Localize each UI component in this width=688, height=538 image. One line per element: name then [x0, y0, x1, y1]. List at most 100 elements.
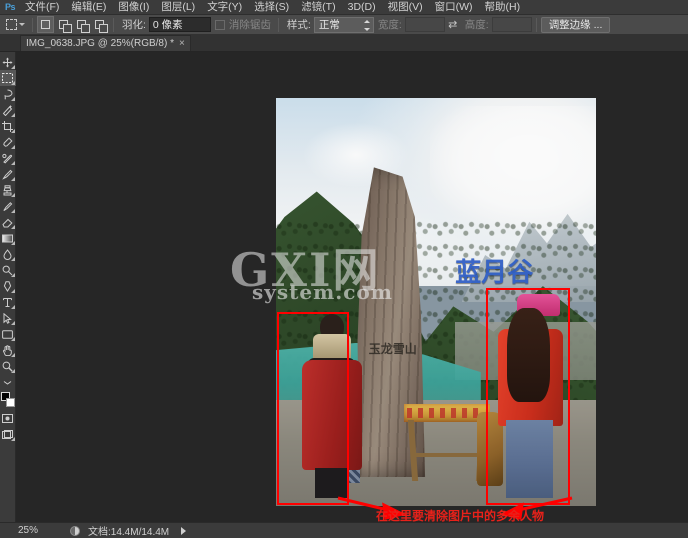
document-tab-bar: IMG_0638.JPG @ 25%(RGB/8) * × [0, 35, 688, 52]
menu-window[interactable]: 窗口(W) [429, 0, 479, 15]
color-swatches[interactable] [0, 392, 16, 410]
status-bar: 25% 文档:14.4M/14.4M [0, 522, 688, 538]
zoom-tool[interactable] [0, 358, 16, 374]
selection-box-left-person[interactable] [277, 312, 349, 505]
brush-tool[interactable] [0, 166, 16, 182]
tool-flyout-icon [10, 437, 15, 441]
selection-mode-group [37, 16, 109, 33]
blur-tool[interactable] [0, 246, 16, 262]
document-tab-title: IMG_0638.JPG @ 25%(RGB/8) * [26, 38, 174, 49]
annotation-note: 在这里要清除图片中的多余人物 [376, 509, 545, 522]
lasso-tool[interactable] [0, 86, 16, 102]
style-select[interactable]: 正常 [313, 16, 374, 33]
tool-flyout-icon [10, 257, 15, 261]
tool-flyout-icon [10, 289, 15, 293]
tool-flyout-icon [10, 81, 15, 85]
tool-flyout-icon [10, 337, 15, 341]
chevron-down-icon [18, 23, 25, 26]
close-icon[interactable]: × [179, 38, 185, 49]
tool-flyout-icon [10, 65, 15, 69]
divider [113, 17, 114, 32]
more-tools-icon[interactable] [0, 374, 16, 390]
rectangle-tool[interactable] [0, 326, 16, 342]
intersect-with-selection-icon [95, 20, 108, 33]
antialias-label: 消除锯齿 [228, 19, 271, 31]
quick-selection-tool[interactable] [0, 102, 16, 118]
feather-label: 羽化: [122, 19, 146, 31]
tool-flyout-icon [10, 369, 15, 373]
type-tool[interactable] [0, 294, 16, 310]
background-color-swatch[interactable] [5, 398, 15, 407]
tool-flyout-icon [10, 225, 15, 229]
menu-bar: Ps 文件(F) 编辑(E) 图像(I) 图层(L) 文字(Y) 选择(S) 滤… [0, 0, 688, 15]
tool-flyout-icon [10, 161, 15, 165]
path-selection-tool[interactable] [0, 310, 16, 326]
menu-edit[interactable]: 编辑(E) [65, 0, 112, 15]
quick-mask-toggle[interactable] [0, 410, 16, 426]
clone-stamp-tool[interactable] [0, 182, 16, 198]
swap-width-height-icon[interactable]: ⇄ [447, 18, 459, 32]
eyedropper-tool[interactable] [0, 134, 16, 150]
subtract-from-selection-icon [77, 20, 90, 33]
efficiency-pie-icon [70, 525, 80, 536]
height-input[interactable] [491, 17, 532, 32]
canvas-workspace[interactable]: 蓝月谷 玉龙雪山 GXI网 system.com 在这里要清除图片中的多余人物 [16, 52, 688, 522]
menu-layer[interactable]: 图层(L) [155, 0, 201, 15]
pen-tool[interactable] [0, 278, 16, 294]
menu-select[interactable]: 选择(S) [248, 0, 295, 15]
tool-flyout-icon [10, 305, 15, 309]
active-tool-preset-picker[interactable] [2, 16, 28, 34]
rectangular-marquee-tool[interactable] [0, 70, 16, 86]
style-label: 样式: [286, 19, 311, 31]
spot-healing-brush-tool[interactable] [0, 150, 16, 166]
subtract-from-selection-button[interactable] [73, 16, 90, 33]
photoshop-logo-icon: Ps [4, 2, 16, 12]
select-arrows-icon [363, 19, 371, 31]
antialias-checkbox[interactable] [214, 19, 225, 30]
menu-3d[interactable]: 3D(D) [342, 0, 382, 15]
tool-flyout-icon [10, 209, 15, 213]
new-selection-button[interactable] [37, 16, 54, 33]
new-selection-icon [41, 20, 50, 29]
style-select-value: 正常 [318, 18, 340, 31]
tool-flyout-icon [10, 241, 15, 245]
tool-flyout-icon [10, 113, 15, 117]
crop-tool[interactable] [0, 118, 16, 134]
add-to-selection-icon [59, 20, 72, 33]
intersect-with-selection-button[interactable] [91, 16, 108, 33]
menu-file[interactable]: 文件(F) [19, 0, 65, 15]
document-size-info: 文档:14.4M/14.4M [88, 527, 170, 538]
width-input[interactable] [404, 17, 445, 32]
eraser-tool[interactable] [0, 214, 16, 230]
move-tool[interactable] [0, 54, 16, 70]
tool-flyout-icon [10, 193, 15, 197]
menu-type[interactable]: 文字(Y) [201, 0, 248, 15]
height-label: 高度: [464, 19, 489, 31]
tool-flyout-icon [10, 321, 15, 325]
gradient-tool[interactable] [0, 230, 16, 246]
selection-box-right-person[interactable] [486, 288, 570, 505]
menu-view[interactable]: 视图(V) [382, 0, 429, 15]
rectangular-marquee-icon [5, 19, 17, 30]
status-menu-arrow-icon[interactable] [181, 526, 187, 535]
menu-help[interactable]: 帮助(H) [479, 0, 527, 15]
zoom-level[interactable]: 25% [18, 525, 70, 536]
tool-flyout-icon [10, 145, 15, 149]
document-tab[interactable]: IMG_0638.JPG @ 25%(RGB/8) * × [20, 35, 191, 51]
tool-flyout-icon [10, 273, 15, 277]
refine-edge-button[interactable]: 调整边缘 ... [540, 16, 611, 33]
screen-mode-button[interactable] [0, 426, 16, 442]
tools-panel [0, 52, 16, 522]
menu-image[interactable]: 图像(I) [112, 0, 155, 15]
add-to-selection-button[interactable] [55, 16, 72, 33]
tool-flyout-icon [10, 129, 15, 133]
history-brush-tool[interactable] [0, 198, 16, 214]
hand-tool[interactable] [0, 342, 16, 358]
feather-input[interactable]: 0 像素 [148, 17, 211, 32]
menu-filter[interactable]: 滤镜(T) [295, 0, 341, 15]
dodge-tool[interactable] [0, 262, 16, 278]
options-bar: 羽化: 0 像素 消除锯齿 样式: 正常 宽度: ⇄ 高度: 调整边缘 ... [0, 15, 688, 35]
tool-flyout-icon [10, 97, 15, 101]
width-label: 宽度: [377, 19, 402, 31]
photoshop-window: Ps 文件(F) 编辑(E) 图像(I) 图层(L) 文字(Y) 选择(S) 滤… [0, 0, 688, 538]
